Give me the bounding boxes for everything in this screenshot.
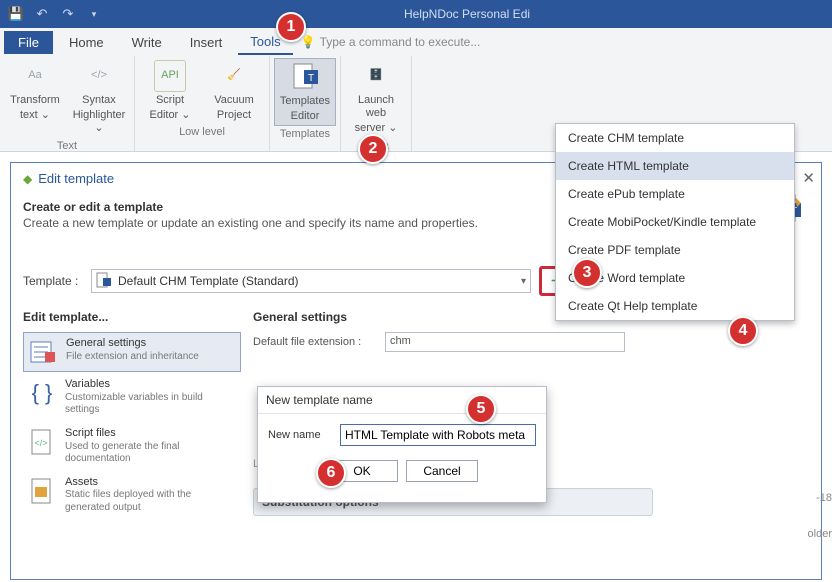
- group-label-templates: Templates: [274, 126, 336, 143]
- command-placeholder: Type a command to execute...: [320, 35, 481, 49]
- braces-icon: { }: [27, 378, 57, 408]
- code-icon: </>: [83, 60, 115, 92]
- callout-3: 3: [572, 258, 602, 288]
- template-select[interactable]: Default CHM Template (Standard) ▾: [91, 269, 531, 293]
- new-name-label: New name: [268, 429, 332, 441]
- nav-assets[interactable]: Assets Static files deployed with the ge…: [23, 472, 241, 519]
- transform-text-button[interactable]: Aa Transform text ⌄: [4, 58, 66, 124]
- tab-insert[interactable]: Insert: [178, 31, 235, 54]
- nav-script-files[interactable]: </> Script files Used to generate the fi…: [23, 423, 241, 470]
- cutoff-text-2: older: [808, 528, 832, 540]
- command-search[interactable]: 💡 Type a command to execute...: [301, 35, 481, 49]
- default-ext-row: Default file extension : chm: [253, 332, 809, 352]
- quick-access-toolbar: 💾 ↶ ↷ ▾: [4, 2, 106, 26]
- script-file-icon: </>: [27, 427, 57, 457]
- assets-icon: [27, 476, 57, 506]
- script-editor-button[interactable]: API Script Editor ⌄: [139, 58, 201, 124]
- new-name-input[interactable]: [340, 424, 536, 446]
- qat-more-icon[interactable]: ▾: [82, 2, 106, 26]
- new-name-row: New name: [268, 424, 536, 446]
- cutoff-text-1: -18: [816, 492, 832, 504]
- ribbon-group-lowlevel: API Script Editor ⌄ 🧹 Vacuum Project Low…: [135, 56, 270, 151]
- syntax-highlighter-button[interactable]: </> Syntax Highlighter ⌄: [68, 58, 130, 138]
- window-title: HelpNDoc Personal Edi: [106, 7, 828, 21]
- lightbulb-icon: 💡: [301, 35, 316, 49]
- new-template-dialog: New template name New name OK Cancel: [257, 386, 547, 503]
- callout-5: 5: [466, 394, 496, 424]
- chevron-down-icon: ▾: [521, 276, 526, 287]
- group-label-text: Text: [4, 138, 130, 155]
- callout-6: 6: [316, 458, 346, 488]
- template-icon: T: [289, 61, 321, 93]
- ribbon-group-text: Aa Transform text ⌄ </> Syntax Highlight…: [0, 56, 135, 151]
- transform-icon: Aa: [19, 60, 51, 92]
- template-mini-icon: [96, 272, 112, 291]
- save-icon[interactable]: 💾: [4, 2, 28, 26]
- ribbon-group-templates: T Templates Editor Templates: [270, 56, 341, 151]
- template-label: Template :: [23, 274, 83, 288]
- launch-web-server-button[interactable]: 🗄️ Launch web server ⌄: [345, 58, 407, 138]
- cancel-button[interactable]: Cancel: [406, 460, 478, 482]
- window-titlebar: 💾 ↶ ↷ ▾ HelpNDoc Personal Edi: [0, 0, 832, 28]
- menu-create-chm[interactable]: Create CHM template: [556, 124, 794, 152]
- svg-text:</>: </>: [34, 438, 47, 448]
- panel-title-icon: ◆: [23, 172, 32, 186]
- undo-icon[interactable]: ↶: [30, 2, 54, 26]
- nav-general-settings[interactable]: General settings File extension and inhe…: [23, 332, 241, 372]
- create-template-menu: Create CHM template Create HTML template…: [555, 123, 795, 321]
- vacuum-project-button[interactable]: 🧹 Vacuum Project: [203, 58, 265, 124]
- nav-variables[interactable]: { } Variables Customizable variables in …: [23, 374, 241, 421]
- tab-home[interactable]: Home: [57, 31, 116, 54]
- api-icon: API: [154, 60, 186, 92]
- panel-title: Edit template: [38, 171, 114, 186]
- callout-1: 1: [276, 12, 306, 42]
- server-icon: 🗄️: [360, 60, 392, 92]
- left-nav: Edit template... General settings File e…: [23, 310, 241, 518]
- default-ext-label: Default file extension :: [253, 336, 377, 348]
- redo-icon[interactable]: ↷: [56, 2, 80, 26]
- group-label-lowlevel: Low level: [139, 124, 265, 141]
- callout-4: 4: [728, 316, 758, 346]
- templates-editor-button[interactable]: T Templates Editor: [274, 58, 336, 126]
- dialog-buttons: OK Cancel: [268, 456, 536, 492]
- dialog-title: New template name: [258, 387, 546, 414]
- menu-create-epub[interactable]: Create ePub template: [556, 180, 794, 208]
- default-ext-input[interactable]: chm: [385, 332, 625, 352]
- menu-tabs: File Home Write Insert Tools 💡 Type a co…: [0, 28, 832, 56]
- settings-list-icon: [28, 337, 58, 367]
- tab-write[interactable]: Write: [120, 31, 174, 54]
- menu-create-html[interactable]: Create HTML template: [556, 152, 794, 180]
- callout-2: 2: [358, 134, 388, 164]
- menu-create-mobi[interactable]: Create MobiPocket/Kindle template: [556, 208, 794, 236]
- menu-create-qthelp[interactable]: Create Qt Help template: [556, 292, 794, 320]
- template-select-value: Default CHM Template (Standard): [118, 274, 299, 288]
- file-menu[interactable]: File: [4, 31, 53, 54]
- left-nav-title: Edit template...: [23, 310, 241, 324]
- broom-icon: 🧹: [218, 60, 250, 92]
- svg-text:T: T: [308, 73, 314, 84]
- close-icon[interactable]: ✕: [802, 169, 815, 187]
